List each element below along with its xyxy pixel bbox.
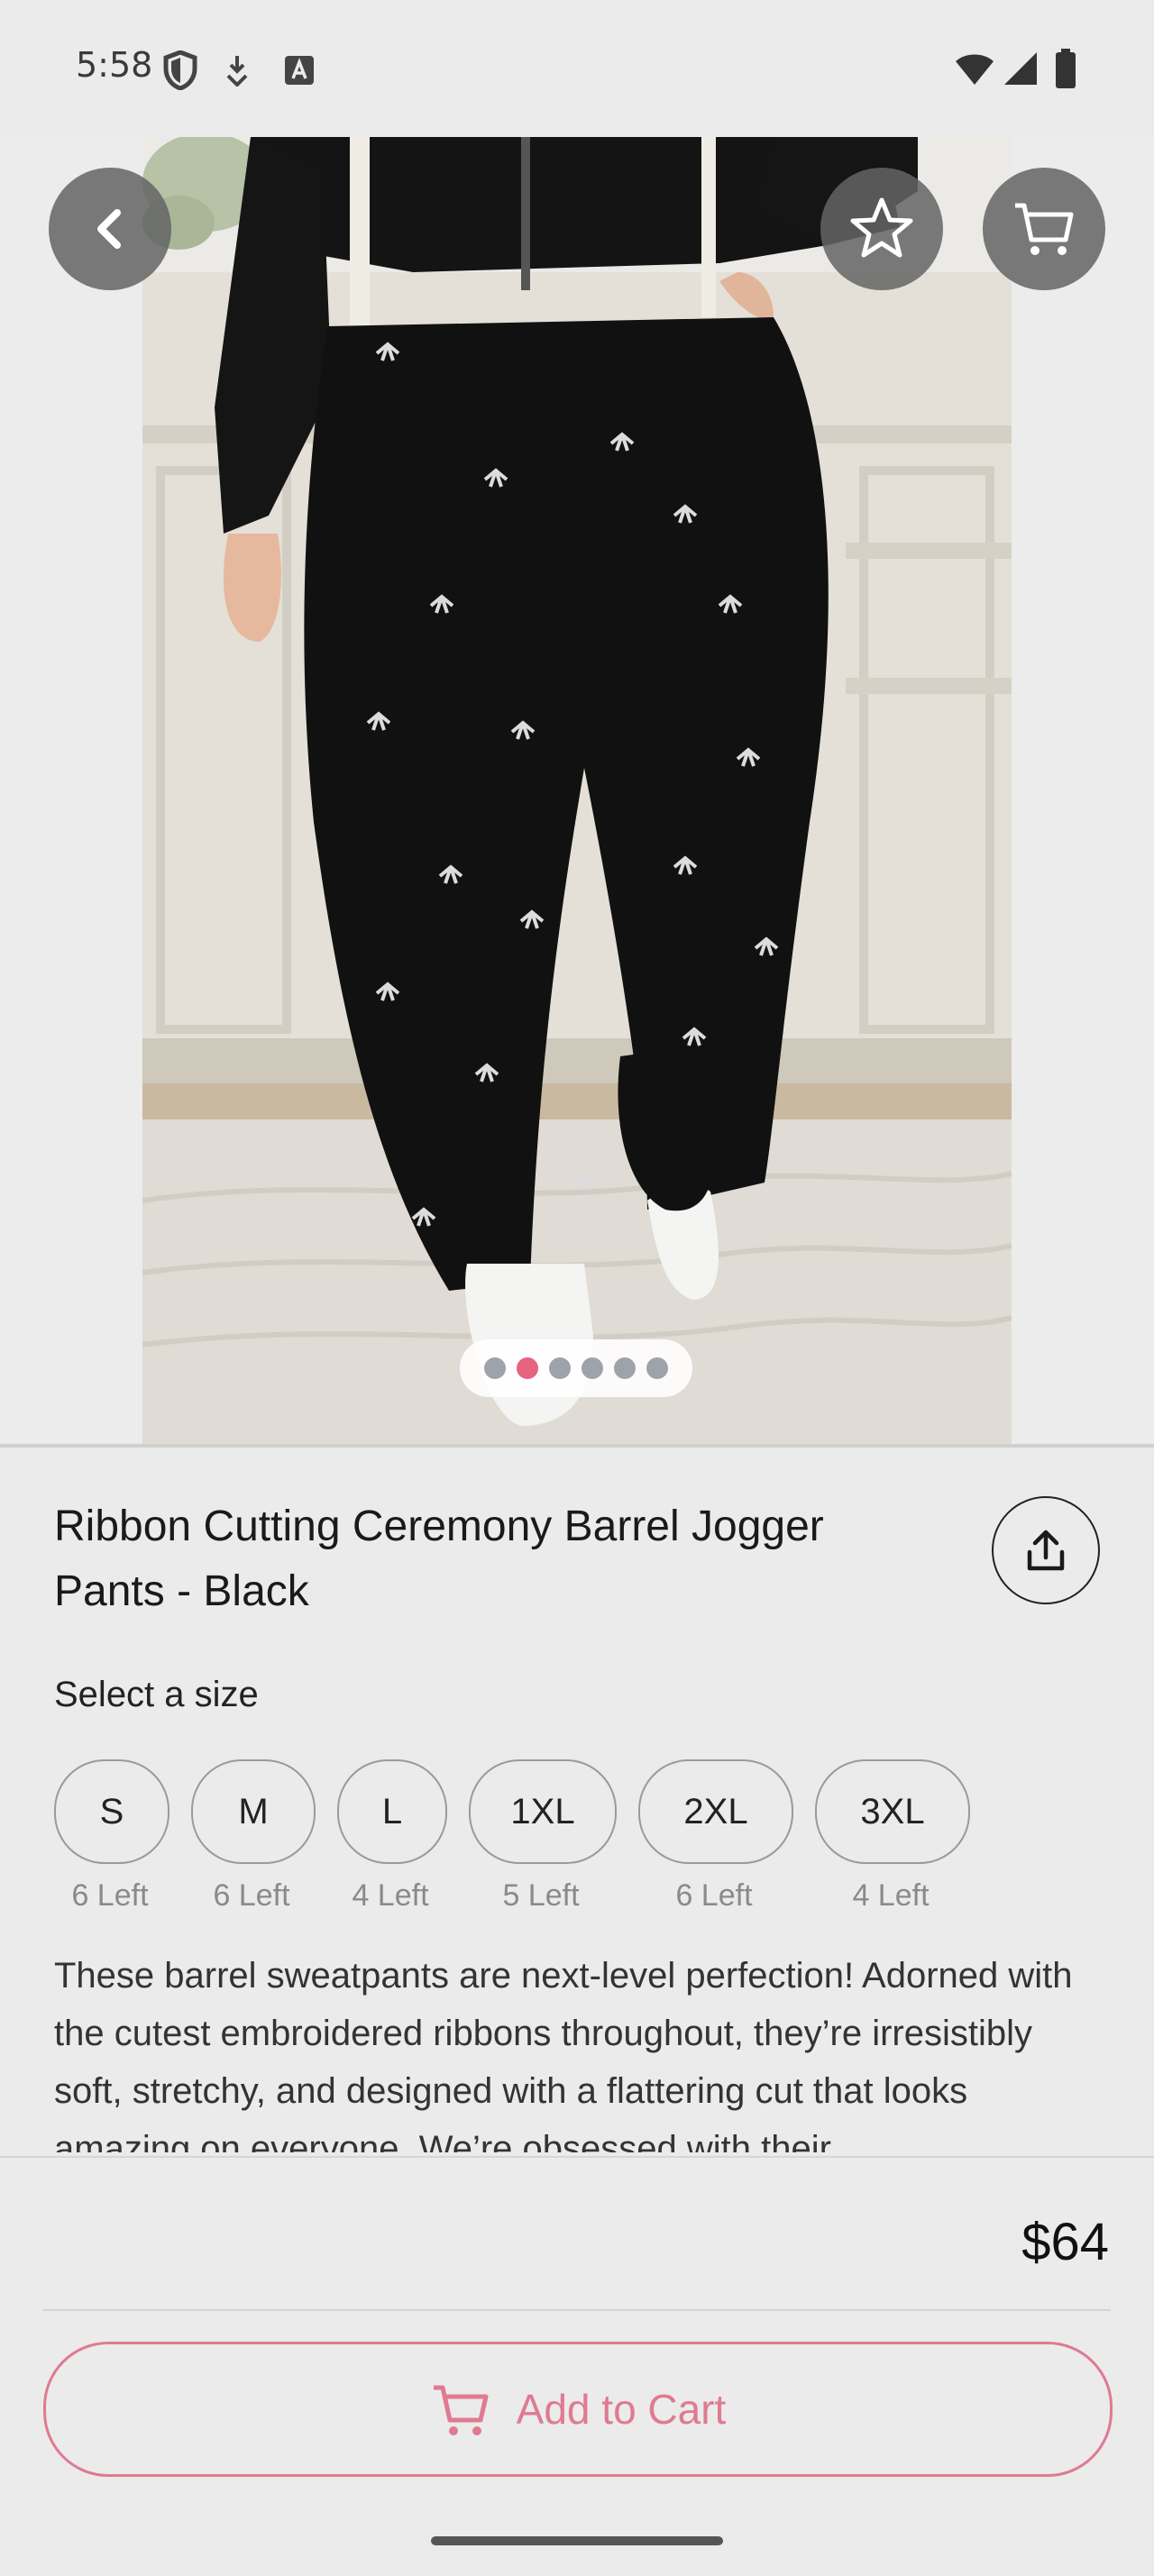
size-label: 2XL [683,1791,748,1832]
size-stock-2xl: 6 Left [675,1878,753,1913]
size-stock-l: 4 Left [352,1878,429,1913]
size-option-l[interactable]: L [337,1759,447,1864]
status-time: 5:58 [76,45,153,85]
product-image [142,137,1012,1446]
size-option-s[interactable]: S [54,1759,169,1864]
product-title: Ribbon Cutting Ceremony Barrel Jogger Pa… [54,1503,824,1615]
add-to-cart-label: Add to Cart [516,2386,727,2433]
text-status-icon [285,56,314,85]
home-indicator[interactable] [431,2536,723,2545]
size-label: S [99,1791,124,1832]
carousel-indicator [460,1339,692,1397]
carousel-dot[interactable] [582,1357,603,1379]
select-size-label: Select a size [54,1675,259,1714]
size-stock-1xl: 5 Left [502,1878,580,1913]
battery-icon [1056,49,1076,88]
chevron-left-icon [97,209,121,249]
size-option-m[interactable]: M [191,1759,316,1864]
carousel-dot[interactable] [549,1357,571,1379]
size-option-3xl[interactable]: 3XL [815,1759,970,1864]
size-stock-3xl: 4 Left [852,1878,930,1913]
share-icon [1027,1530,1065,1571]
size-option-2xl[interactable]: 2XL [638,1759,793,1864]
carousel-dot[interactable] [614,1357,636,1379]
download-status-icon [226,56,248,87]
size-label: L [381,1791,403,1832]
size-stock-m: 6 Left [213,1878,290,1913]
size-label: 1XL [510,1791,575,1832]
purchase-bar: $64 Add to Cart [0,2156,1154,2576]
status-bar: 5:58 [0,0,1154,135]
size-option-1xl[interactable]: 1XL [469,1759,617,1864]
divider [0,1444,1154,1448]
shield-icon [163,50,197,90]
product-price: $64 [1021,2213,1109,2271]
carousel-dot[interactable] [517,1357,538,1379]
size-label: 3XL [860,1791,925,1832]
favorite-button[interactable] [820,168,943,290]
star-icon [850,197,913,258]
product-description: These barrel sweatpants are next-level p… [54,1956,1073,2152]
carousel-dot[interactable] [646,1357,668,1379]
shopping-cart-icon [433,2385,489,2435]
add-to-cart-button[interactable]: Add to Cart [43,2342,1113,2477]
size-label: M [238,1791,269,1832]
share-button[interactable] [992,1496,1100,1604]
shopping-cart-icon [1015,203,1074,255]
carousel-dot[interactable] [484,1357,506,1379]
product-image-carousel[interactable] [0,137,1154,1446]
size-stock-s: 6 Left [71,1878,149,1913]
cart-button[interactable] [983,168,1105,290]
wifi-icon [956,54,994,85]
signal-icon [1004,52,1037,85]
back-button[interactable] [49,168,171,290]
divider [43,2309,1111,2311]
